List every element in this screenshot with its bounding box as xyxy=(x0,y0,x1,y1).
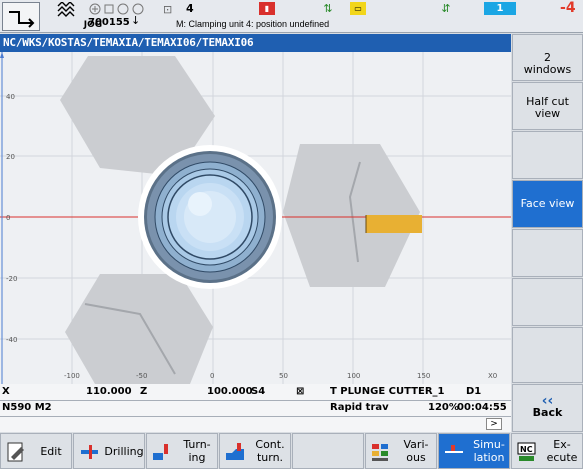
alarm-count-number: 4 xyxy=(565,0,576,16)
softkey-back[interactable]: ‹‹ Back xyxy=(512,384,583,432)
y-tick-neg20: -20 xyxy=(6,275,17,283)
divider xyxy=(0,416,511,417)
softkey-label: Ex-ecute xyxy=(546,438,578,464)
status-message: M: Clamping unit 4: position undefined xyxy=(176,19,330,29)
turning-icon xyxy=(151,441,173,463)
softkey-label: Simu-lation xyxy=(473,438,505,464)
run-time: 00:04:55 xyxy=(457,402,507,413)
softkey-simu-lation[interactable]: Simu-lation xyxy=(438,433,510,469)
alarm-icon: ▮ xyxy=(259,2,275,15)
softkey-label: Turn-ing xyxy=(183,438,211,464)
softkey-empty-5[interactable] xyxy=(512,278,583,326)
z-axis-label: Z xyxy=(140,386,148,397)
softkey-label: Cont. turn. xyxy=(255,438,285,464)
x-tick-100: 100 xyxy=(347,372,360,380)
info-row-position: X 110.000 Z 100.000 S4 ⊠ T PLUNGE CUTTER… xyxy=(0,385,511,399)
workpiece xyxy=(138,145,282,289)
softkey-ex-ecute[interactable]: NC Ex-ecute xyxy=(511,433,583,469)
softkey-empty-2[interactable] xyxy=(512,131,583,179)
x-value: 110.000 xyxy=(86,386,132,397)
status-info-panel: X 110.000 Z 100.000 S4 ⊠ T PLUNGE CUTTER… xyxy=(0,384,511,432)
operating-mode-icon[interactable] xyxy=(2,2,40,31)
tool-insert xyxy=(366,215,422,233)
softkey-vari-ous[interactable]: Vari-ous xyxy=(365,433,437,469)
softkey-empty-6[interactable] xyxy=(512,327,583,383)
y-tick-neg40: -40 xyxy=(6,336,17,344)
softkey-cont-turn-[interactable]: Cont. turn. xyxy=(219,433,291,469)
current-block: N590 M2 xyxy=(2,402,52,413)
feed-override: 120% xyxy=(428,402,459,413)
x-tick-150: 150 xyxy=(417,372,430,380)
x-tick-neg100: -100 xyxy=(64,372,80,380)
axis-corner-label: X0 xyxy=(488,372,497,380)
softkey-empty-4[interactable] xyxy=(292,433,364,469)
softkey-face-view[interactable]: Face view xyxy=(512,180,583,228)
softkey-empty-4[interactable] xyxy=(512,229,583,277)
channel-badge-number: 1 xyxy=(496,3,504,14)
x-tick-0: 0 xyxy=(210,372,214,380)
softkey-drilling[interactable]: Drilling xyxy=(73,433,145,469)
x-axis-label: X xyxy=(2,386,10,397)
softkey-2-windows[interactable]: 2 windows xyxy=(512,34,583,81)
program-path: NC/WKS/KOSTAS/TEMAXIA/TEMAXI06/TEMAXI06 xyxy=(0,34,511,52)
spindle-stop-icon: ⊠ xyxy=(296,386,305,397)
softkey-turn-ing[interactable]: Turn-ing xyxy=(146,433,218,469)
softkey-label: Edit xyxy=(40,445,62,458)
simulation-graphic: 40 20 0 -20 -40 -100 -50 0 50 100 150 X0 xyxy=(0,52,511,384)
channel-badge[interactable]: 1 xyxy=(484,2,516,15)
softkey-half-cut-view[interactable]: Half cut view xyxy=(512,82,583,130)
softkey-label: Drilling xyxy=(104,445,144,458)
softkey-label: Face view xyxy=(520,197,575,210)
x-tick-50: 50 xyxy=(279,372,288,380)
drilling-icon xyxy=(78,441,100,463)
y-tick-labels: 40 20 0 -20 -40 xyxy=(6,93,17,344)
arrow-down-icon: ↓ xyxy=(131,14,141,27)
z-value: 100.000 xyxy=(207,386,253,397)
various-icon xyxy=(370,441,392,463)
softkey-edit[interactable]: Edit xyxy=(0,433,72,469)
cutting-edge: D1 xyxy=(466,386,482,397)
svg-text:NC: NC xyxy=(520,445,533,454)
jog-mode-icon: JOG xyxy=(54,1,102,31)
y-tick-40: 40 xyxy=(6,93,15,101)
alarm-count: -4 xyxy=(560,0,576,16)
y-tick-20: 20 xyxy=(6,153,15,161)
info-row-block: N590 M2 Rapid trav 120% 00:04:55 xyxy=(0,401,511,415)
chuck-jaw-bottom xyxy=(65,274,213,384)
nc-execute-icon: NC xyxy=(516,441,538,463)
softkey-label: Back xyxy=(532,406,563,419)
status-bar: JOG 700155 ↓ ⊡ 4 M: Clamping unit 4: pos… xyxy=(0,0,583,33)
softkey-label: Half cut view xyxy=(526,95,569,120)
softkey-label: 2 windows xyxy=(523,51,572,76)
softkey-label: Vari-ous xyxy=(403,438,429,464)
message-icon: ▭ xyxy=(350,2,366,15)
channel-count: 4 xyxy=(186,2,194,15)
simulation-icon xyxy=(443,441,465,463)
y-tick-0: 0 xyxy=(6,214,10,222)
tool-name: T PLUNGE CUTTER_1 xyxy=(330,386,445,397)
x-tick-neg50: -50 xyxy=(136,372,147,380)
transfer-icon: ⇅ xyxy=(323,2,333,15)
scroll-right-icon[interactable]: > xyxy=(486,418,502,430)
edit-icon xyxy=(5,441,27,463)
feed-mode: Rapid trav xyxy=(330,402,389,413)
simulation-view[interactable]: 40 20 0 -20 -40 -100 -50 0 50 100 150 X0 xyxy=(0,52,511,384)
contour-turning-icon xyxy=(224,441,246,463)
program-icon: ⇵ xyxy=(441,2,451,15)
channel-icon: ⊡ xyxy=(163,3,173,16)
spindle-label: S4 xyxy=(251,386,266,397)
program-number: 700155 xyxy=(88,17,130,28)
